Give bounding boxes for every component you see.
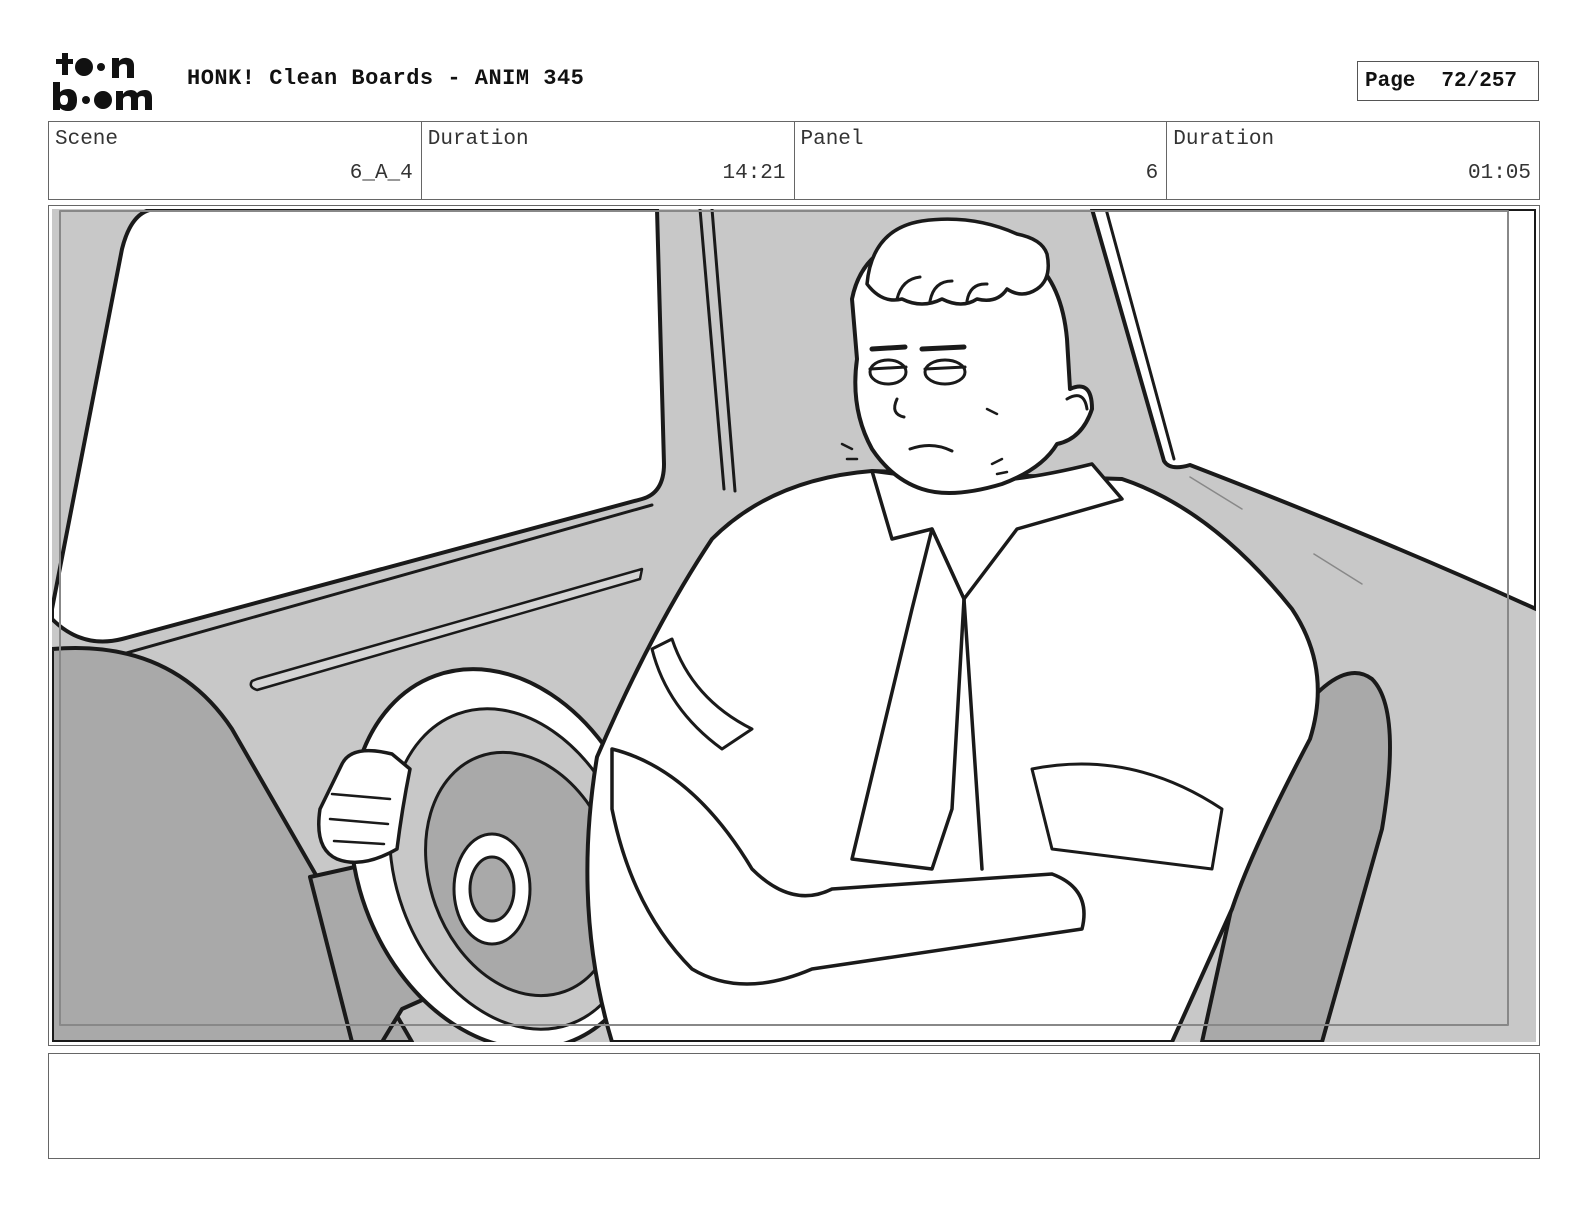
panel-duration-label: Duration (1173, 128, 1275, 151)
scene-duration-label: Duration (427, 128, 529, 151)
scene-label: Scene (55, 128, 119, 151)
page-value: 72/257 (1441, 69, 1518, 93)
panel-notes-text (49, 1054, 1539, 1070)
scene-cell: Scene 6_A_4 (49, 122, 422, 199)
document-title: HONK! Clean Boards - ANIM 345 (187, 66, 585, 91)
panel-value: 6 (1145, 162, 1159, 185)
panel-label: Panel (800, 128, 864, 151)
scene-duration-cell: Duration 14:21 (422, 122, 795, 199)
storyboard-panel-drawing (52, 209, 1536, 1042)
page-label: Page (1365, 69, 1416, 93)
toon-boom-logo (53, 53, 152, 111)
page-counter: Page 72/257 (1357, 61, 1539, 101)
panel-cell: Panel 6 (795, 122, 1168, 199)
panel-duration-cell: Duration 01:05 (1167, 122, 1539, 199)
scene-duration-value: 14:21 (722, 162, 786, 185)
scene-value: 6_A_4 (349, 162, 413, 185)
scene-info-row: Scene 6_A_4 Duration 14:21 Panel 6 Durat… (48, 121, 1540, 200)
panel-duration-value: 01:05 (1467, 162, 1531, 185)
panel-notes-box (48, 1053, 1540, 1159)
